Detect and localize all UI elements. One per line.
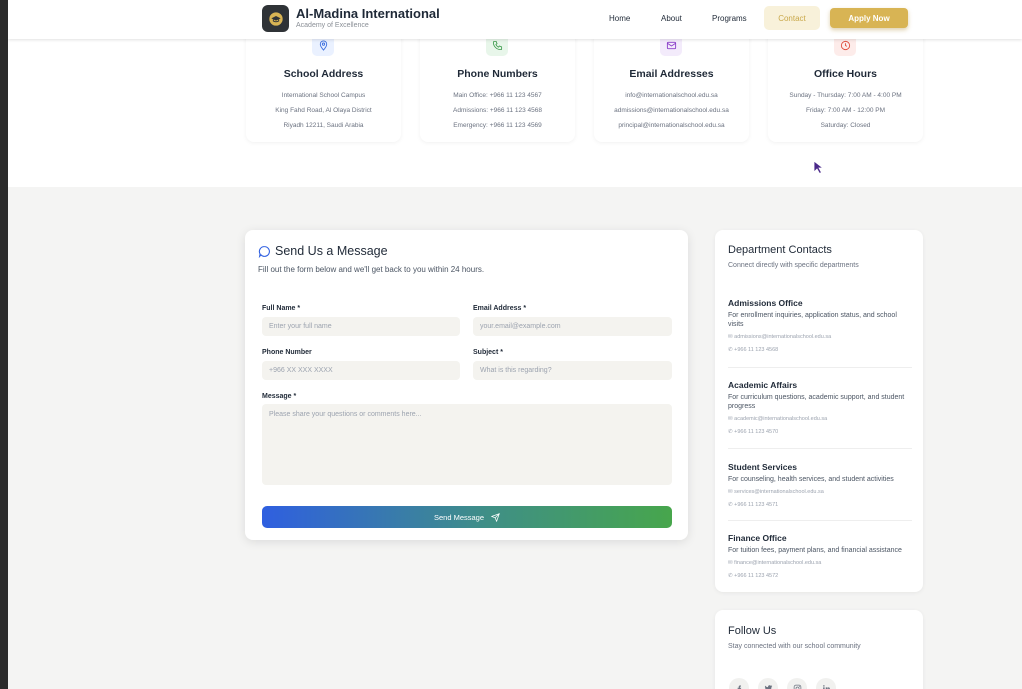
department-phone-text: +966 11 123 4568	[734, 347, 779, 353]
department-description: For curriculum questions, academic suppo…	[728, 394, 905, 410]
form-title: Send Us a Message	[275, 244, 388, 258]
message-circle-icon	[258, 245, 270, 258]
department-item: Academic Affairs For curriculum question…	[728, 380, 912, 437]
contact-form-card: Send Us a Message Fill out the form belo…	[245, 230, 688, 540]
page: Al-Madina International Academy of Excel…	[8, 0, 1022, 689]
email-input[interactable]: your.email@example.com	[473, 317, 672, 336]
send-message-label: Send Message	[433, 512, 485, 522]
department-item: Admissions Office For enrollment inquiri…	[728, 298, 912, 355]
department-email[interactable]: ✉ services@internationalschool.edu.sa	[728, 487, 912, 497]
info-line: King Fahd Road, Al Olaya District	[275, 107, 372, 114]
department-phone[interactable]: ✆ +966 11 123 4568	[728, 345, 912, 355]
info-title: Phone Numbers	[457, 68, 538, 80]
info-card-address: School Address International School Camp…	[246, 30, 401, 142]
info-line: Riyadh 12211, Saudi Arabia	[283, 122, 364, 129]
info-title: School Address	[283, 68, 364, 80]
form-title-row: Send Us a Message	[258, 244, 388, 258]
phone-input[interactable]: +966 XX XXX XXXX	[262, 361, 460, 380]
send-icon	[491, 512, 500, 522]
twitter-icon[interactable]	[758, 678, 778, 689]
divider	[728, 367, 912, 368]
department-name: Finance Office	[728, 533, 787, 543]
site-header: Al-Madina International Academy of Excel…	[8, 0, 1022, 39]
info-title: Office Hours	[813, 68, 877, 80]
department-phone-text: +966 11 123 4572	[734, 573, 779, 579]
nav-contact[interactable]: Contact	[764, 6, 820, 30]
mouse-cursor-icon	[813, 160, 825, 174]
info-line: Admissions: +966 11 123 4568	[453, 107, 542, 114]
department-email-text: academic@internationalschool.edu.sa	[734, 416, 828, 422]
info-line: principal@internationalschool.edu.sa	[618, 122, 725, 129]
department-email-text: finance@internationalschool.edu.sa	[734, 560, 822, 566]
info-card-email: Email Addresses info@internationalschool…	[594, 30, 749, 142]
nav-programs[interactable]: Programs	[712, 8, 747, 28]
department-email-text: services@internationalschool.edu.sa	[734, 489, 824, 495]
info-line: Friday: 7:00 AM - 12:00 PM	[805, 107, 886, 114]
info-line: Sunday - Thursday: 7:00 AM - 4:00 PM	[789, 92, 902, 99]
instagram-icon[interactable]	[787, 678, 807, 689]
department-name: Admissions Office	[728, 298, 803, 308]
message-textarea[interactable]: Please share your questions or comments …	[262, 404, 672, 485]
graduation-cap-icon	[268, 11, 283, 26]
info-line: International School Campus	[281, 92, 366, 99]
department-name: Academic Affairs	[728, 380, 798, 390]
department-contacts-subtitle: Connect directly with specific departmen…	[728, 262, 859, 269]
info-title: Email Addresses	[629, 68, 714, 80]
nav-about[interactable]: About	[661, 8, 682, 28]
info-card-phone: Phone Numbers Main Office: +966 11 123 4…	[420, 30, 575, 142]
facebook-icon[interactable]	[729, 678, 749, 689]
subject-label: Subject *	[473, 349, 503, 356]
department-phone[interactable]: ✆ +966 11 123 4570	[728, 427, 912, 437]
department-email[interactable]: ✉ academic@internationalschool.edu.sa	[728, 414, 912, 424]
department-phone[interactable]: ✆ +966 11 123 4572	[728, 571, 912, 581]
department-description: For tuition fees, payment plans, and fin…	[728, 547, 902, 554]
phone-label: Phone Number	[262, 349, 312, 356]
email-label: Email Address *	[473, 305, 527, 312]
follow-us-card: Follow Us Stay connected with our school…	[715, 610, 923, 689]
department-description: For counseling, health services, and stu…	[728, 476, 894, 483]
follow-us-title: Follow Us	[728, 625, 777, 637]
department-contacts-card: Department Contacts Connect directly wit…	[715, 230, 923, 592]
form-subtitle: Fill out the form below and we'll get ba…	[258, 265, 485, 274]
linkedin-icon[interactable]	[816, 678, 836, 689]
department-name: Student Services	[728, 462, 797, 472]
full-name-input[interactable]: Enter your full name	[262, 317, 460, 336]
follow-us-subtitle: Stay connected with our school community	[728, 643, 861, 650]
department-item: Finance Office For tuition fees, payment…	[728, 533, 912, 581]
apply-now-button[interactable]: Apply Now	[830, 8, 908, 28]
department-email-text: admissions@internationalschool.edu.sa	[734, 334, 832, 340]
send-message-button[interactable]: Send Message	[262, 506, 672, 528]
nav-home[interactable]: Home	[609, 8, 630, 28]
info-line: Saturday: Closed	[820, 122, 871, 129]
info-line: Emergency: +966 11 123 4569	[453, 122, 542, 129]
department-phone[interactable]: ✆ +966 11 123 4571	[728, 500, 912, 510]
department-phone-text: +966 11 123 4570	[734, 429, 779, 435]
info-card-hours: Office Hours Sunday - Thursday: 7:00 AM …	[768, 30, 923, 142]
divider	[728, 448, 912, 449]
divider	[728, 520, 912, 521]
brand-tagline: Academy of Excellence	[296, 22, 369, 29]
message-label: Message *	[262, 393, 297, 400]
logo[interactable]	[262, 5, 289, 32]
department-description: For enrollment inquiries, application st…	[728, 312, 897, 328]
department-item: Student Services For counseling, health …	[728, 462, 912, 510]
info-line: Main Office: +966 11 123 4567	[453, 92, 542, 99]
full-name-label: Full Name *	[262, 305, 301, 312]
department-email[interactable]: ✉ admissions@internationalschool.edu.sa	[728, 332, 912, 342]
info-line: admissions@internationalschool.edu.sa	[614, 107, 729, 114]
department-phone-text: +966 11 123 4571	[734, 502, 779, 508]
department-email[interactable]: ✉ finance@internationalschool.edu.sa	[728, 558, 912, 568]
subject-input[interactable]: What is this regarding?	[473, 361, 672, 380]
department-contacts-title: Department Contacts	[728, 244, 832, 256]
info-line: info@internationalschool.edu.sa	[625, 92, 718, 99]
brand-name: Al-Madina International	[296, 6, 440, 21]
